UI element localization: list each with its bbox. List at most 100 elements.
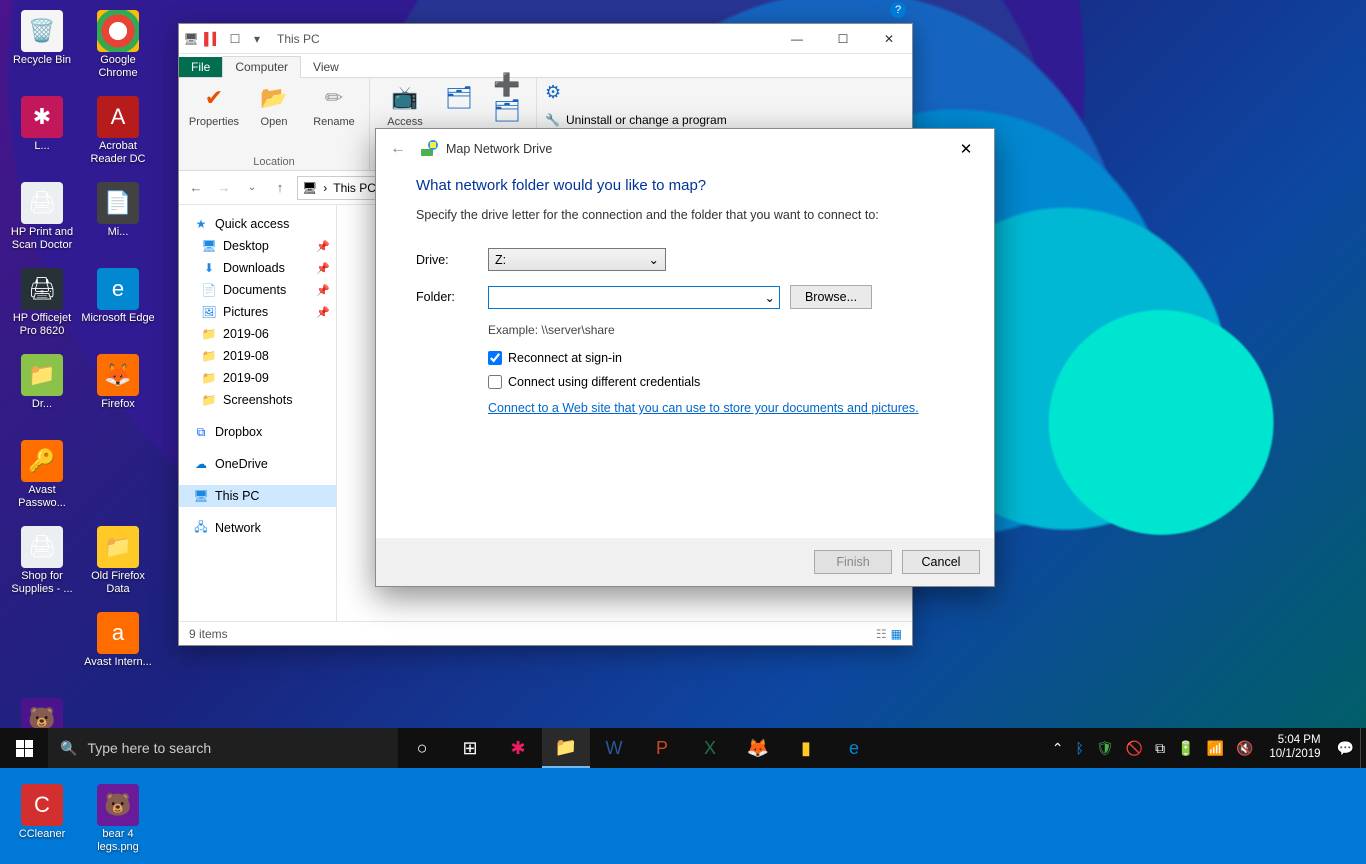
taskbar-clock[interactable]: 5:04 PM 10/1/2019 bbox=[1259, 734, 1330, 762]
nav-quick-access[interactable]: ★Quick access bbox=[179, 213, 336, 235]
desktop-icon-mi[interactable]: 📄Mi... bbox=[80, 176, 156, 262]
nav-downloads[interactable]: ⬇Downloads📌 bbox=[179, 257, 336, 279]
qat-save-icon[interactable]: ▌▍ bbox=[205, 31, 221, 47]
reconnect-checkbox-row[interactable]: Reconnect at sign-in bbox=[488, 351, 954, 365]
reconnect-checkbox[interactable] bbox=[488, 351, 502, 365]
ribbon-tabs: File Computer View ⌃ ? bbox=[179, 54, 912, 78]
nav-back-button[interactable]: ← bbox=[185, 177, 207, 199]
desktop-icon-label: HP Officejet Pro 8620 bbox=[5, 312, 79, 337]
taskbar-app-store[interactable]: ▮ bbox=[782, 728, 830, 768]
desktop-icon-edge[interactable]: eMicrosoft Edge bbox=[80, 262, 156, 348]
ribbon-open[interactable]: 📂Open bbox=[247, 82, 301, 128]
action-center-icon[interactable]: 💬 bbox=[1331, 740, 1360, 757]
nav-folder-3[interactable]: 📁2019-09 bbox=[179, 367, 336, 389]
desktop-icon-hp-scan-doctor[interactable]: 🖨HP Print and Scan Doctor bbox=[4, 176, 80, 262]
desktop-icon-bear4legs[interactable]: 🐻bear 4 legs.png bbox=[80, 778, 156, 864]
taskbar-app-explorer[interactable]: 📁 bbox=[542, 728, 590, 768]
tray-wifi-icon[interactable]: 📶 bbox=[1201, 740, 1230, 757]
breadcrumb[interactable]: This PC bbox=[333, 181, 376, 195]
desktop-icon-ccleaner[interactable]: CCCleaner bbox=[4, 778, 80, 864]
desktop-icon-acrobat-reader[interactable]: AAcrobat Reader DC bbox=[80, 90, 156, 176]
bear4legs-icon: 🐻 bbox=[97, 784, 139, 826]
ribbon-group-location: Location bbox=[253, 154, 295, 168]
taskbar-app-powerpoint[interactable]: P bbox=[638, 728, 686, 768]
tab-file[interactable]: File bbox=[179, 57, 222, 77]
nav-folder-2[interactable]: 📁2019-08 bbox=[179, 345, 336, 367]
connect-website-link[interactable]: Connect to a Web site that you can use t… bbox=[488, 401, 919, 415]
start-button[interactable] bbox=[0, 728, 48, 768]
tray-volume-icon[interactable]: 🔇 bbox=[1230, 740, 1259, 757]
folder-input[interactable] bbox=[493, 290, 765, 304]
taskbar-app-excel[interactable]: X bbox=[686, 728, 734, 768]
nav-recent-button[interactable]: ⌄ bbox=[241, 177, 263, 199]
ribbon-rename[interactable]: ✏Rename bbox=[307, 82, 361, 128]
tray-battery-icon[interactable]: 🔋 bbox=[1171, 740, 1200, 757]
nav-pictures[interactable]: 🖼Pictures📌 bbox=[179, 301, 336, 323]
taskbar-app-loom[interactable]: ✱ bbox=[494, 728, 542, 768]
system-tray: ⌃ ᛒ 🛡 🚫 ⧉ 🔋 📶 🔇 5:04 PM 10/1/2019 💬 bbox=[1046, 728, 1366, 768]
nav-this-pc[interactable]: 🖥This PC bbox=[179, 485, 336, 507]
desktop-icon-firefox[interactable]: 🦊Firefox bbox=[80, 348, 156, 434]
minimize-button[interactable]: — bbox=[774, 24, 820, 54]
tray-bluetooth-icon[interactable]: ᛒ bbox=[1069, 740, 1089, 756]
ribbon-settings[interactable]: ⚙ bbox=[545, 82, 561, 103]
dialog-footer: Finish Cancel bbox=[376, 538, 994, 586]
cortana-button[interactable]: ○ bbox=[398, 728, 446, 768]
desktop-icon-recycle-bin[interactable]: 🗑️Recycle Bin bbox=[4, 4, 80, 90]
nav-folder-4[interactable]: 📁Screenshots bbox=[179, 389, 336, 411]
dialog-back-button[interactable]: ← bbox=[384, 140, 412, 158]
nav-onedrive[interactable]: ☁OneDrive bbox=[179, 453, 336, 475]
nav-forward-button[interactable]: → bbox=[213, 177, 235, 199]
cancel-button[interactable]: Cancel bbox=[902, 550, 980, 574]
diffcreds-checkbox-row[interactable]: Connect using different credentials bbox=[488, 375, 954, 389]
tray-overflow-icon[interactable]: ⌃ bbox=[1046, 740, 1070, 757]
help-icon[interactable]: ? bbox=[890, 2, 906, 18]
tab-view[interactable]: View bbox=[301, 57, 351, 77]
tray-network-icon[interactable]: 🚫 bbox=[1120, 740, 1149, 757]
search-placeholder: Type here to search bbox=[87, 740, 211, 756]
diffcreds-checkbox[interactable] bbox=[488, 375, 502, 389]
taskview-button[interactable]: ⊞ bbox=[446, 728, 494, 768]
dialog-close-button[interactable]: ✕ bbox=[946, 140, 986, 158]
view-icons-icon[interactable]: ▦ bbox=[891, 627, 902, 641]
view-details-icon[interactable]: ☷ bbox=[876, 627, 887, 641]
nav-up-button[interactable]: ↑ bbox=[269, 177, 291, 199]
desktop-icon-shop-supplies[interactable]: 🖨Shop for Supplies - ... bbox=[4, 520, 80, 606]
tab-computer[interactable]: Computer bbox=[222, 56, 301, 78]
tray-dropbox-icon[interactable]: ⧉ bbox=[1149, 740, 1171, 757]
desktop-icon-old-firefox-data[interactable]: 📁Old Firefox Data bbox=[80, 520, 156, 606]
close-button[interactable]: ✕ bbox=[866, 24, 912, 54]
maximize-button[interactable]: ☐ bbox=[820, 24, 866, 54]
desktop-icon-dr[interactable]: 📁Dr... bbox=[4, 348, 80, 434]
taskbar-app-edge[interactable]: e bbox=[830, 728, 878, 768]
ribbon-collapse-icon[interactable]: ⌃ bbox=[872, 3, 882, 17]
nav-network[interactable]: 🖧Network bbox=[179, 517, 336, 539]
browse-button[interactable]: Browse... bbox=[790, 285, 872, 309]
nav-desktop[interactable]: 🖥Desktop📌 bbox=[179, 235, 336, 257]
nav-folder-1[interactable]: 📁2019-06 bbox=[179, 323, 336, 345]
nav-documents[interactable]: 📄Documents📌 bbox=[179, 279, 336, 301]
qat-props-icon[interactable]: ☐ bbox=[227, 31, 243, 47]
show-desktop-button[interactable] bbox=[1360, 728, 1366, 768]
dialog-titlebar[interactable]: ← Map Network Drive ✕ bbox=[376, 129, 994, 169]
taskbar-app-word[interactable]: W bbox=[590, 728, 638, 768]
ribbon-uninstall[interactable]: 🔧Uninstall or change a program bbox=[545, 113, 727, 127]
nav-dropbox[interactable]: ⧉Dropbox bbox=[179, 421, 336, 443]
map-drive-dialog: ← Map Network Drive ✕ What network folde… bbox=[375, 128, 995, 587]
tray-security-icon[interactable]: 🛡 bbox=[1090, 740, 1120, 757]
drive-select[interactable]: Z: ⌄ bbox=[488, 248, 666, 271]
desktop-icon-google-chrome[interactable]: Google Chrome bbox=[80, 4, 156, 90]
qat-dropdown-icon[interactable]: ▾ bbox=[249, 31, 265, 47]
explorer-titlebar[interactable]: 🖥 ▌▍ ☐ ▾ This PC — ☐ ✕ bbox=[179, 24, 912, 54]
ribbon-properties[interactable]: ✔Properties bbox=[187, 82, 241, 128]
desktop-icon-hp-officejet[interactable]: 🖨HP Officejet Pro 8620 bbox=[4, 262, 80, 348]
search-box[interactable]: 🔍 Type here to search bbox=[48, 728, 398, 768]
pin-icon: 📌 bbox=[316, 262, 330, 275]
loom-icon: ✱ bbox=[21, 96, 63, 138]
finish-button[interactable]: Finish bbox=[814, 550, 892, 574]
desktop-icon-loom[interactable]: ✱L... bbox=[4, 90, 80, 176]
taskbar-app-firefox[interactable]: 🦊 bbox=[734, 728, 782, 768]
desktop-icon-avast-intern[interactable]: aAvast Intern... bbox=[80, 606, 156, 692]
desktop-icon-avast-passwords[interactable]: 🔑Avast Passwo... bbox=[4, 434, 80, 520]
folder-combobox[interactable]: ⌄ bbox=[488, 286, 780, 309]
